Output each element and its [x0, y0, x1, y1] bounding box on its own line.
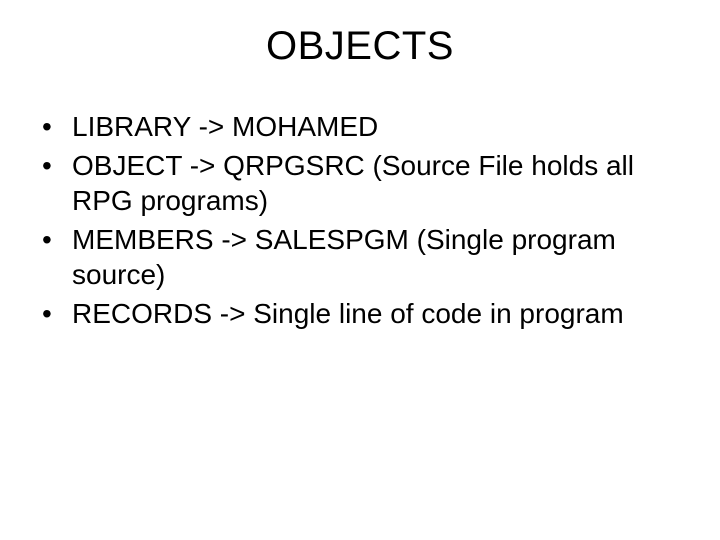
- list-item: RECORDS -> Single line of code in progra…: [42, 296, 684, 331]
- bullet-list: LIBRARY -> MOHAMED OBJECT -> QRPGSRC (So…: [36, 109, 684, 331]
- slide-title: OBJECTS: [36, 24, 684, 69]
- list-item: LIBRARY -> MOHAMED: [42, 109, 684, 144]
- slide: OBJECTS LIBRARY -> MOHAMED OBJECT -> QRP…: [0, 0, 720, 540]
- list-item: MEMBERS -> SALESPGM (Single program sour…: [42, 222, 684, 292]
- list-item: OBJECT -> QRPGSRC (Source File holds all…: [42, 148, 684, 218]
